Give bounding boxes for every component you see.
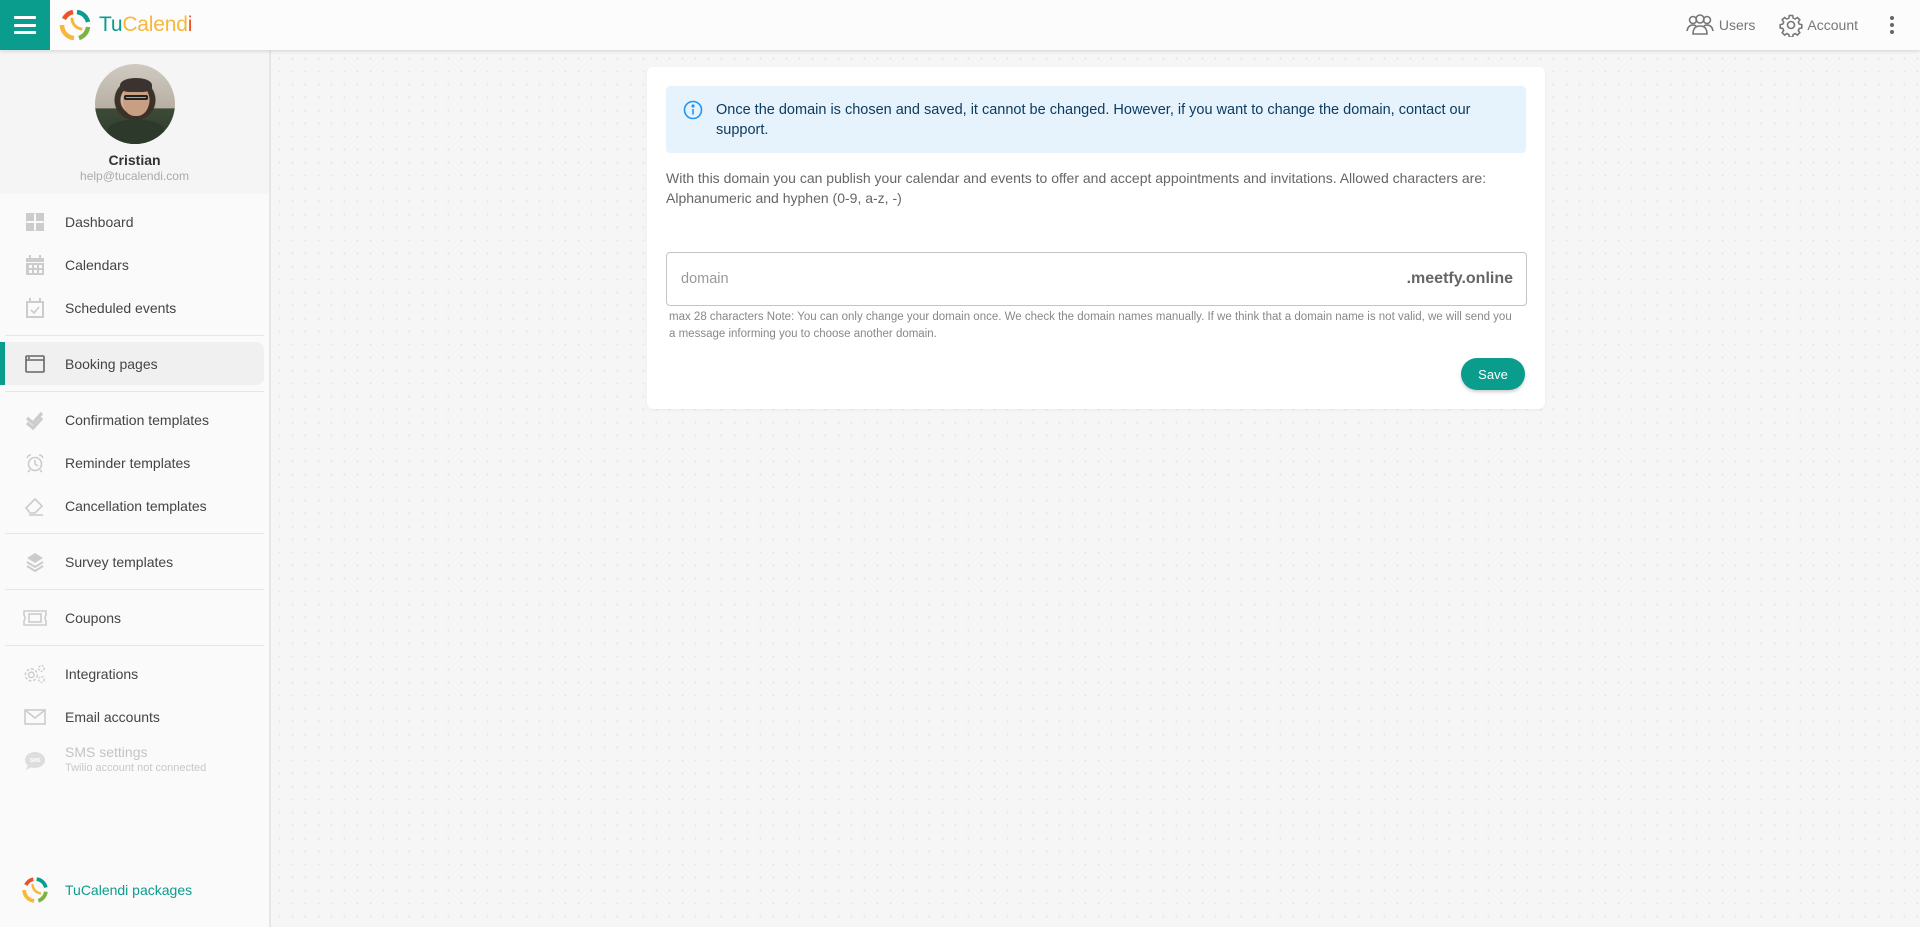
alarm-clock-icon <box>23 451 47 475</box>
tucalendi-logo-icon <box>59 9 91 41</box>
tucalendi-logo-icon <box>22 877 48 903</box>
profile-name: Cristian <box>108 152 161 168</box>
sidebar-divider <box>5 589 264 590</box>
layers-icon <box>23 550 47 574</box>
ticket-icon <box>23 606 47 630</box>
sidebar-item-label: Reminder templates <box>65 454 191 471</box>
envelope-icon <box>23 705 47 729</box>
sidebar-item-reminder-templates[interactable]: Reminder templates <box>0 441 264 484</box>
brand-part-i: i <box>187 13 193 36</box>
brand-logo[interactable]: TuCalendi <box>57 7 192 43</box>
menu-toggle-button[interactable] <box>0 0 50 50</box>
gear-icon <box>1779 14 1804 37</box>
sidebar-item-label: Scheduled events <box>65 299 177 316</box>
profile-section: Cristian help@tucalendi.com <box>0 50 269 194</box>
sidebar-item-calendars[interactable]: Calendars <box>0 243 264 286</box>
sidebar-item-booking-pages[interactable]: Booking pages <box>0 342 264 385</box>
save-button[interactable]: Save <box>1461 358 1525 390</box>
sms-settings-sublabel: Twilio account not connected <box>65 762 207 774</box>
sidebar-item-label: Coupons <box>65 609 122 626</box>
calendar-icon <box>23 253 47 277</box>
browser-window-icon <box>23 352 47 376</box>
brand-name: TuCalendi <box>99 13 192 37</box>
sidebar-item-label: Survey templates <box>65 553 174 570</box>
brand-part-calend: Calend <box>122 13 188 36</box>
sidebar-item-survey-templates[interactable]: Survey templates <box>0 540 264 583</box>
info-alert: Once the domain is chosen and saved, it … <box>666 86 1526 153</box>
svg-text:SMS: SMS <box>30 758 42 764</box>
domain-field: .meetfy.online <box>666 252 1527 306</box>
kebab-dot <box>1890 30 1894 34</box>
sidebar-item-label: Email accounts <box>65 708 160 725</box>
sidebar-item-sms-settings[interactable]: SMS SMS settings Twilio account not conne… <box>0 738 264 788</box>
hamburger-icon <box>14 16 36 34</box>
sidebar-item-coupons[interactable]: Coupons <box>0 596 264 639</box>
users-link[interactable]: Users <box>1685 13 1756 37</box>
brand-part-tu: Tu <box>99 13 123 36</box>
users-icon <box>1686 14 1714 35</box>
avatar[interactable] <box>94 64 175 144</box>
top-bar: TuCalendi Users Account <box>0 0 1920 50</box>
double-check-icon <box>23 408 47 432</box>
users-link-label: Users <box>1718 17 1756 33</box>
sidebar-item-integrations[interactable]: Integrations <box>0 652 264 695</box>
sidebar: Cristian help@tucalendi.com Dashboard Ca… <box>0 50 271 927</box>
sidebar-item-scheduled-events[interactable]: Scheduled events <box>0 286 264 329</box>
sidebar-item-label: SMS settings Twilio account not connected <box>65 744 206 774</box>
sidebar-divider <box>5 533 264 534</box>
kebab-dot <box>1890 23 1894 27</box>
sidebar-divider <box>5 335 264 336</box>
domain-suffix: .meetfy.online <box>1406 270 1513 287</box>
sidebar-divider <box>5 391 264 392</box>
sidebar-divider <box>5 645 264 646</box>
packages-label: TuCalendi packages <box>65 882 193 898</box>
sidebar-item-dashboard[interactable]: Dashboard <box>0 200 264 243</box>
dashboard-icon <box>23 210 47 234</box>
sidebar-item-label: Dashboard <box>65 213 134 230</box>
eraser-icon <box>23 494 47 518</box>
domain-input[interactable] <box>667 253 1407 305</box>
sidebar-item-label: Integrations <box>65 665 139 682</box>
sms-settings-label: SMS settings <box>65 744 148 760</box>
sidebar-item-label: Booking pages <box>65 355 158 372</box>
calendar-check-icon <box>23 296 47 320</box>
sidebar-item-email-accounts[interactable]: Email accounts <box>0 695 264 738</box>
account-link-label: Account <box>1807 17 1858 33</box>
profile-email: help@tucalendi.com <box>80 169 189 183</box>
tucalendi-packages-link[interactable]: TuCalendi packages <box>20 875 192 905</box>
alert-text: Once the domain is chosen and saved, it … <box>716 102 1471 138</box>
sidebar-item-cancellation-templates[interactable]: Cancellation templates <box>0 484 264 527</box>
more-options-button[interactable] <box>1882 15 1902 36</box>
domain-helper-text: max 28 characters Note: You can only cha… <box>669 311 1512 340</box>
domain-settings-card: Once the domain is chosen and saved, it … <box>647 67 1545 409</box>
account-link[interactable]: Account <box>1779 13 1858 37</box>
domain-description: With this domain you can publish your ca… <box>666 170 1486 206</box>
gears-icon <box>23 662 47 686</box>
sidebar-nav: Dashboard Calendars Scheduled events Boo… <box>0 194 269 788</box>
sidebar-item-label: Calendars <box>65 256 129 273</box>
top-right-nav: Users Account <box>1685 0 1920 50</box>
sidebar-item-label: Cancellation templates <box>65 497 207 514</box>
sidebar-item-label: Confirmation templates <box>65 411 209 428</box>
sms-bubble-icon: SMS <box>23 749 47 773</box>
kebab-dot <box>1890 16 1894 20</box>
info-icon <box>683 100 703 120</box>
sidebar-item-confirmation-templates[interactable]: Confirmation templates <box>0 398 264 441</box>
